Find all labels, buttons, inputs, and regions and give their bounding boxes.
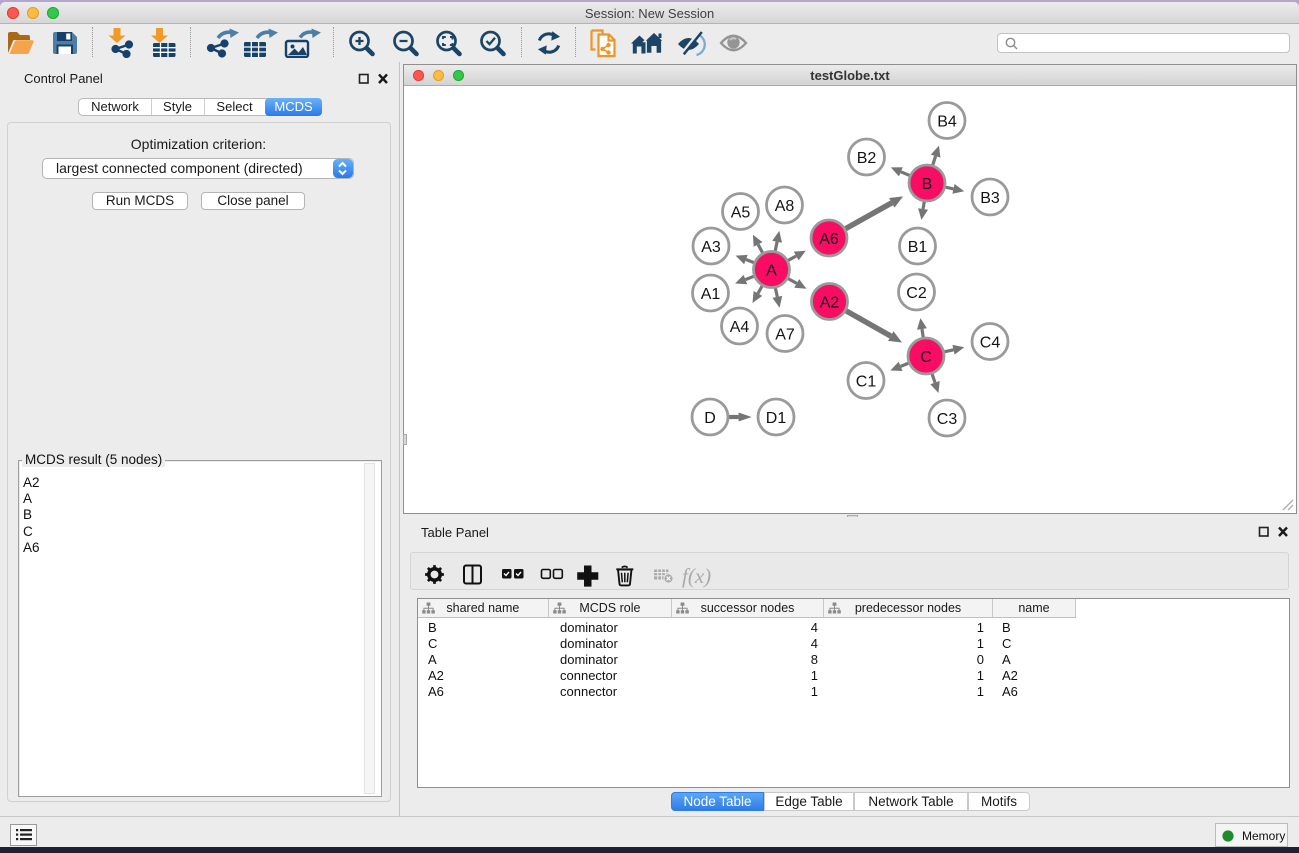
- svg-text:C2: C2: [906, 285, 927, 302]
- svg-text:A3: A3: [701, 239, 721, 256]
- svg-text:D1: D1: [766, 410, 787, 427]
- svg-text:B: B: [922, 176, 933, 193]
- svg-text:C4: C4: [980, 334, 1001, 351]
- svg-text:C3: C3: [937, 411, 958, 428]
- svg-text:B4: B4: [937, 113, 957, 130]
- svg-text:A8: A8: [775, 198, 795, 215]
- svg-text:B2: B2: [857, 150, 877, 167]
- svg-text:C: C: [920, 349, 932, 366]
- svg-text:A5: A5: [731, 204, 751, 221]
- svg-text:A2: A2: [820, 294, 840, 311]
- svg-text:f(x): f(x): [682, 564, 711, 588]
- svg-text:C1: C1: [856, 373, 877, 390]
- svg-text:A7: A7: [775, 326, 795, 343]
- svg-text:A6: A6: [819, 231, 839, 248]
- svg-text:A4: A4: [730, 319, 750, 336]
- svg-text:B3: B3: [980, 190, 1000, 207]
- svg-text:D: D: [704, 410, 716, 427]
- svg-text:B1: B1: [908, 239, 928, 256]
- svg-text:A: A: [766, 262, 777, 279]
- svg-text:A1: A1: [701, 286, 721, 303]
